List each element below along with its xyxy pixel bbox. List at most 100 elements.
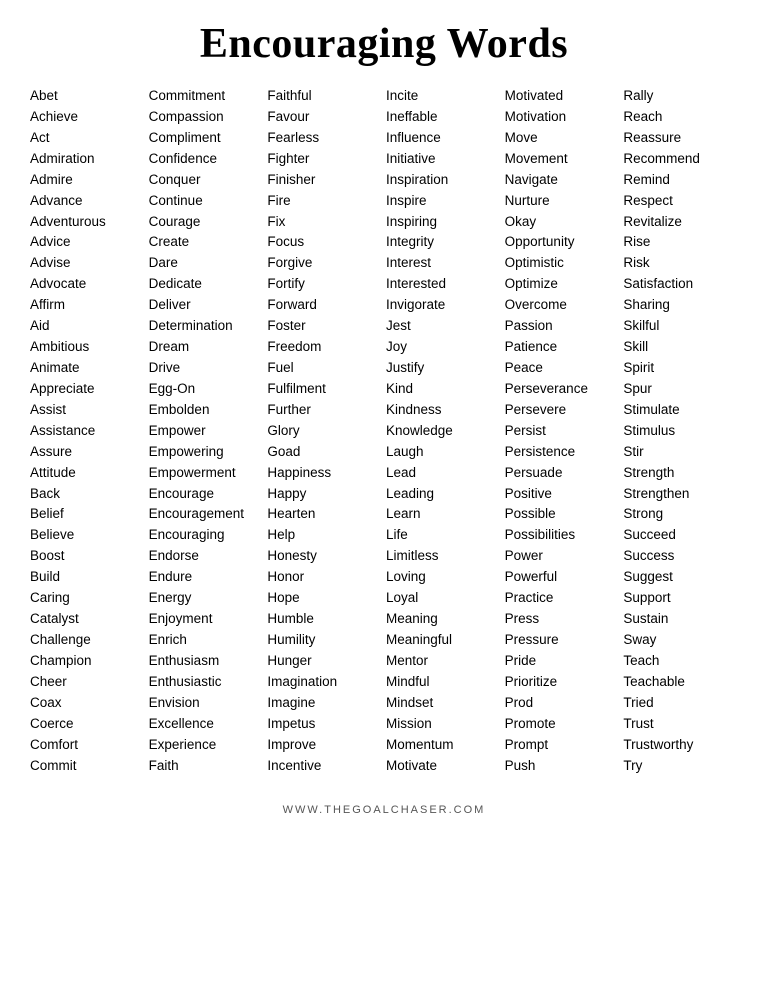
word-item: Embolden bbox=[149, 400, 264, 421]
word-item: Inspire bbox=[386, 191, 501, 212]
word-item: Motivate bbox=[386, 756, 501, 777]
word-item: Respect bbox=[623, 191, 738, 212]
word-item: Okay bbox=[505, 212, 620, 233]
word-item: Dream bbox=[149, 337, 264, 358]
word-item: Sway bbox=[623, 630, 738, 651]
word-item: Persuade bbox=[505, 463, 620, 484]
word-item: Excellence bbox=[149, 714, 264, 735]
word-item: Opportunity bbox=[505, 232, 620, 253]
word-item: Admire bbox=[30, 170, 145, 191]
word-item: Mindful bbox=[386, 672, 501, 693]
word-item: Press bbox=[505, 609, 620, 630]
word-item: Persist bbox=[505, 421, 620, 442]
word-item: Enrich bbox=[149, 630, 264, 651]
word-item: Freedom bbox=[267, 337, 382, 358]
word-item: Compliment bbox=[149, 128, 264, 149]
word-item: Aid bbox=[30, 316, 145, 337]
word-item: Honor bbox=[267, 567, 382, 588]
word-item: Persevere bbox=[505, 400, 620, 421]
word-item: Pressure bbox=[505, 630, 620, 651]
word-item: Inspiring bbox=[386, 212, 501, 233]
word-item: Risk bbox=[623, 253, 738, 274]
word-item: Enthusiasm bbox=[149, 651, 264, 672]
word-item: Dare bbox=[149, 253, 264, 274]
word-item: Strengthen bbox=[623, 484, 738, 505]
word-item: Encouragement bbox=[149, 504, 264, 525]
word-item: Justify bbox=[386, 358, 501, 379]
word-item: Life bbox=[386, 525, 501, 546]
word-item: Empowerment bbox=[149, 463, 264, 484]
word-item: Integrity bbox=[386, 232, 501, 253]
word-item: Momentum bbox=[386, 735, 501, 756]
word-item: Invigorate bbox=[386, 295, 501, 316]
word-item: Incite bbox=[386, 86, 501, 107]
word-item: Suggest bbox=[623, 567, 738, 588]
word-item: Reach bbox=[623, 107, 738, 128]
word-item: Believe bbox=[30, 525, 145, 546]
word-item: Catalyst bbox=[30, 609, 145, 630]
word-item: Kind bbox=[386, 379, 501, 400]
word-item: Endorse bbox=[149, 546, 264, 567]
word-item: Back bbox=[30, 484, 145, 505]
word-item: Further bbox=[267, 400, 382, 421]
word-item: Boost bbox=[30, 546, 145, 567]
word-item: Commitment bbox=[149, 86, 264, 107]
word-item: Trustworthy bbox=[623, 735, 738, 756]
word-item: Faithful bbox=[267, 86, 382, 107]
word-item: Reassure bbox=[623, 128, 738, 149]
word-item: Prod bbox=[505, 693, 620, 714]
word-item: Learn bbox=[386, 504, 501, 525]
word-item: Favour bbox=[267, 107, 382, 128]
word-item: Ineffable bbox=[386, 107, 501, 128]
word-item: Happy bbox=[267, 484, 382, 505]
word-item: Help bbox=[267, 525, 382, 546]
word-item: Leading bbox=[386, 484, 501, 505]
word-item: Stimulate bbox=[623, 400, 738, 421]
word-item: Dedicate bbox=[149, 274, 264, 295]
word-item: Abet bbox=[30, 86, 145, 107]
word-item: Forgive bbox=[267, 253, 382, 274]
word-grid: AbetAchieveActAdmirationAdmireAdvanceAdv… bbox=[30, 86, 738, 776]
word-item: Stimulus bbox=[623, 421, 738, 442]
word-item: Strength bbox=[623, 463, 738, 484]
word-item: Humility bbox=[267, 630, 382, 651]
word-item: Sharing bbox=[623, 295, 738, 316]
word-item: Fuel bbox=[267, 358, 382, 379]
word-item: Laugh bbox=[386, 442, 501, 463]
word-item: Skill bbox=[623, 337, 738, 358]
word-item: Promote bbox=[505, 714, 620, 735]
word-item: Tried bbox=[623, 693, 738, 714]
word-item: Perseverance bbox=[505, 379, 620, 400]
word-item: Interested bbox=[386, 274, 501, 295]
word-item: Egg-On bbox=[149, 379, 264, 400]
word-item: Possible bbox=[505, 504, 620, 525]
word-item: Motivation bbox=[505, 107, 620, 128]
word-item: Deliver bbox=[149, 295, 264, 316]
word-item: Foster bbox=[267, 316, 382, 337]
word-item: Spur bbox=[623, 379, 738, 400]
word-item: Meaning bbox=[386, 609, 501, 630]
word-item: Experience bbox=[149, 735, 264, 756]
word-item: Conquer bbox=[149, 170, 264, 191]
word-item: Compassion bbox=[149, 107, 264, 128]
word-item: Cheer bbox=[30, 672, 145, 693]
word-item: Admiration bbox=[30, 149, 145, 170]
word-item: Act bbox=[30, 128, 145, 149]
word-item: Belief bbox=[30, 504, 145, 525]
word-item: Mission bbox=[386, 714, 501, 735]
word-item: Optimistic bbox=[505, 253, 620, 274]
word-item: Assist bbox=[30, 400, 145, 421]
word-item: Fearless bbox=[267, 128, 382, 149]
word-item: Assure bbox=[30, 442, 145, 463]
word-item: Revitalize bbox=[623, 212, 738, 233]
word-item: Positive bbox=[505, 484, 620, 505]
word-item: Courage bbox=[149, 212, 264, 233]
word-item: Continue bbox=[149, 191, 264, 212]
word-item: Passion bbox=[505, 316, 620, 337]
word-item: Patience bbox=[505, 337, 620, 358]
word-item: Loving bbox=[386, 567, 501, 588]
word-item: Spirit bbox=[623, 358, 738, 379]
word-item: Fulfilment bbox=[267, 379, 382, 400]
word-item: Skilful bbox=[623, 316, 738, 337]
word-item: Overcome bbox=[505, 295, 620, 316]
